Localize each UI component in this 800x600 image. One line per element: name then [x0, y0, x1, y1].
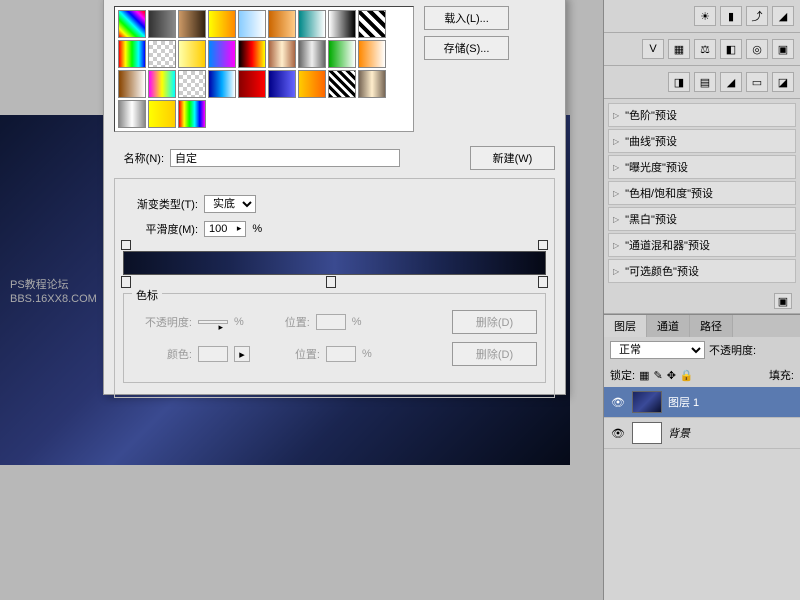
stop-color-swatch — [198, 346, 228, 362]
lock-all-icon[interactable]: 🔒 — [680, 369, 694, 382]
gradient-bar[interactable] — [123, 251, 546, 275]
panels-dock: ☀ ▮ ⤴ ◢ V ▦ ⚖ ◧ ◎ ▣ ◨ ▤ ◢ ▭ ◪ "色阶"预设"曲线"… — [603, 0, 800, 600]
lock-brush-icon[interactable]: ✎ — [653, 369, 662, 382]
layer-row-1[interactable]: 👁 图层 1 — [604, 387, 800, 418]
invert-icon[interactable]: ◨ — [668, 72, 690, 92]
gradient-swatch[interactable] — [118, 10, 146, 38]
layer-thumbnail[interactable] — [632, 422, 662, 444]
exposure-icon[interactable]: ◢ — [772, 6, 794, 26]
delete-stop-button: 删除(D) — [452, 310, 537, 334]
gradient-presets-grid[interactable] — [114, 6, 414, 132]
gradient-swatch[interactable] — [148, 40, 176, 68]
bw-icon[interactable]: ◧ — [720, 39, 742, 59]
name-label: 名称(N): — [114, 150, 164, 166]
gradient-swatch[interactable] — [208, 10, 236, 38]
lock-move-icon[interactable]: ✥ — [667, 369, 676, 382]
gradient-swatch[interactable] — [298, 10, 326, 38]
layer-row-background[interactable]: 👁 背景 — [604, 418, 800, 449]
gradient-swatch[interactable] — [178, 100, 206, 128]
balance-icon[interactable]: ⚖ — [694, 39, 716, 59]
gradient-swatch[interactable] — [268, 10, 296, 38]
gradient-swatch[interactable] — [238, 10, 266, 38]
levels-icon[interactable]: ▮ — [720, 6, 742, 26]
tab-paths[interactable]: 路径 — [690, 315, 733, 337]
tab-layers[interactable]: 图层 — [604, 315, 647, 337]
blend-mode-select[interactable]: 正常 — [610, 341, 705, 359]
gradient-swatch[interactable] — [238, 70, 266, 98]
threshold-icon[interactable]: ◢ — [720, 72, 742, 92]
gradient-name-input[interactable] — [170, 149, 400, 167]
photo-filter-icon[interactable]: ◎ — [746, 39, 768, 59]
preset-item[interactable]: "可选颜色"预设 — [608, 259, 796, 283]
gradient-swatch[interactable] — [298, 70, 326, 98]
stops-legend: 色标 — [132, 287, 162, 303]
gradient-swatch[interactable] — [148, 100, 176, 128]
gradient-swatch[interactable] — [178, 10, 206, 38]
gradient-swatch[interactable] — [328, 70, 356, 98]
gradient-swatch[interactable] — [358, 70, 386, 98]
load-button[interactable]: 载入(L)... — [424, 6, 509, 30]
color-stop-left[interactable] — [121, 276, 131, 288]
tab-channels[interactable]: 通道 — [647, 315, 690, 337]
gradient-swatch[interactable] — [298, 40, 326, 68]
gradient-editor-dialog: 载入(L)... 存储(S)... 名称(N): 新建(W) 渐变类型(T): … — [103, 0, 566, 395]
adjustment-presets-list: "色阶"预设"曲线"预设"曝光度"预设"色相/饱和度"预设"黑白"预设"通道混和… — [604, 99, 800, 289]
preset-item[interactable]: "曲线"预设 — [608, 129, 796, 153]
gradient-swatch[interactable] — [208, 40, 236, 68]
hue-icon[interactable]: ▦ — [668, 39, 690, 59]
selective-icon[interactable]: ◪ — [772, 72, 794, 92]
layer-thumbnail[interactable] — [632, 391, 662, 413]
vibrance-icon[interactable]: V — [642, 39, 664, 59]
color-stop-mid[interactable] — [326, 276, 336, 288]
save-button[interactable]: 存储(S)... — [424, 36, 509, 60]
gradient-swatch[interactable] — [118, 70, 146, 98]
mixer-icon[interactable]: ▣ — [772, 39, 794, 59]
stop-opacity-input — [198, 320, 228, 324]
gradient-swatch[interactable] — [358, 10, 386, 38]
lock-transparency-icon[interactable]: ▦ — [639, 369, 649, 382]
delete-color-button: 删除(D) — [452, 342, 537, 366]
watermark: PS教程论坛 BBS.16XX8.COM — [10, 278, 97, 307]
folder-icon[interactable]: ▣ — [774, 293, 792, 309]
opacity-stop-left[interactable] — [121, 240, 131, 250]
new-button[interactable]: 新建(W) — [470, 146, 555, 170]
gradient-swatch[interactable] — [118, 100, 146, 128]
gradient-swatch[interactable] — [328, 40, 356, 68]
smoothness-input[interactable]: 100 — [204, 221, 246, 237]
curves-icon[interactable]: ⤴ — [746, 6, 768, 26]
preset-item[interactable]: "黑白"预设 — [608, 207, 796, 231]
smoothness-label: 平滑度(M): — [123, 221, 198, 237]
preset-item[interactable]: "曝光度"预设 — [608, 155, 796, 179]
stop-position-input — [316, 314, 346, 330]
gradient-type-label: 渐变类型(T): — [123, 196, 198, 212]
gradient-map-icon[interactable]: ▭ — [746, 72, 768, 92]
visibility-toggle-icon[interactable]: 👁 — [610, 427, 626, 440]
gradient-swatch[interactable] — [358, 40, 386, 68]
color-picker-button: ▸ — [234, 346, 250, 362]
gradient-swatch[interactable] — [268, 70, 296, 98]
visibility-toggle-icon[interactable]: 👁 — [610, 396, 626, 409]
color-position-input — [326, 346, 356, 362]
preset-item[interactable]: "色相/饱和度"预设 — [608, 181, 796, 205]
gradient-swatch[interactable] — [268, 40, 296, 68]
gradient-swatch[interactable] — [148, 70, 176, 98]
gradient-swatch[interactable] — [178, 40, 206, 68]
gradient-swatch[interactable] — [208, 70, 236, 98]
opacity-stop-right[interactable] — [538, 240, 548, 250]
gradient-swatch[interactable] — [328, 10, 356, 38]
brightness-icon[interactable]: ☀ — [694, 6, 716, 26]
gradient-type-select[interactable]: 实底 — [204, 195, 256, 213]
color-stop-right[interactable] — [538, 276, 548, 288]
preset-item[interactable]: "色阶"预设 — [608, 103, 796, 127]
gradient-swatch[interactable] — [178, 70, 206, 98]
preset-item[interactable]: "通道混和器"预设 — [608, 233, 796, 257]
gradient-swatch[interactable] — [148, 10, 176, 38]
gradient-swatch[interactable] — [238, 40, 266, 68]
gradient-swatch[interactable] — [118, 40, 146, 68]
posterize-icon[interactable]: ▤ — [694, 72, 716, 92]
